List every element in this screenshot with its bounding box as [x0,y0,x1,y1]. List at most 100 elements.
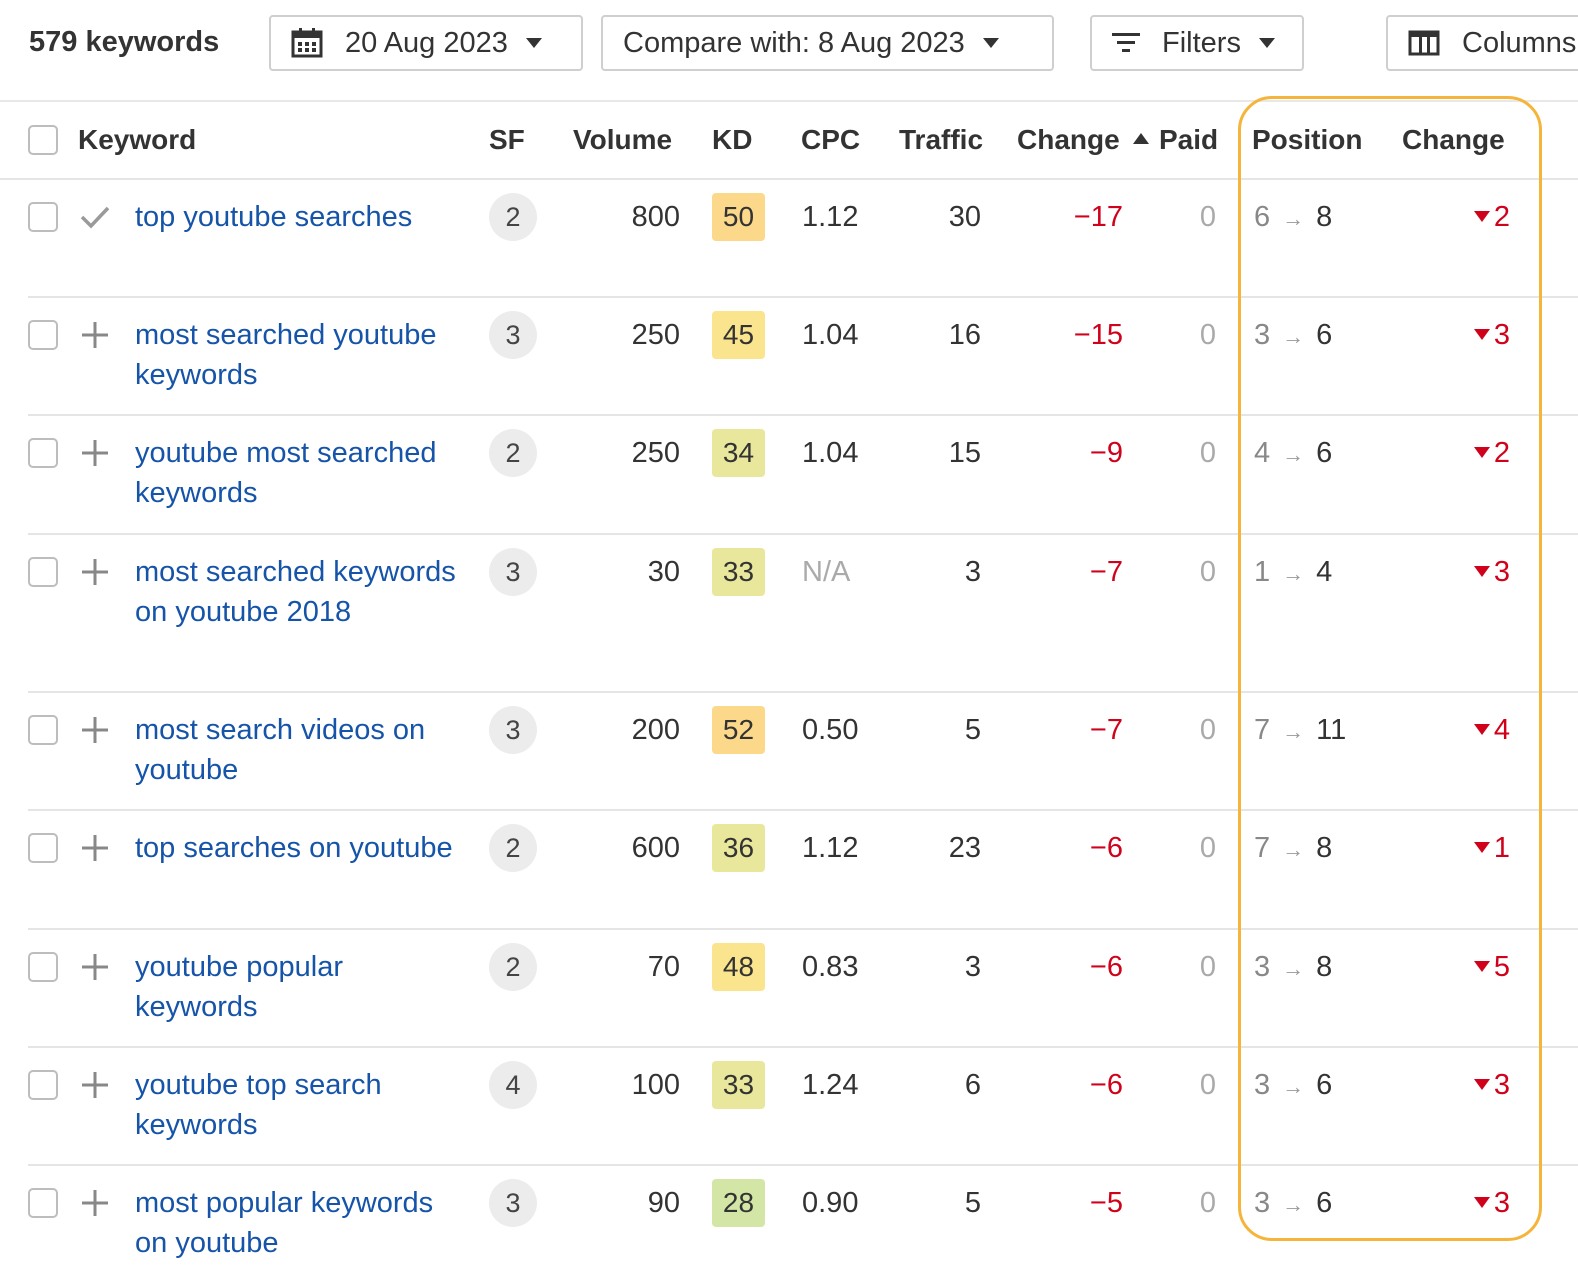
table-row: most searched keywords on youtube 2018 3 3… [28,535,1578,693]
add-keyword-icon[interactable] [80,320,110,350]
traffic-change-value: −7 [1089,556,1123,588]
keyword-link[interactable]: most popular keywords on youtube [135,1183,465,1263]
compare-with-button[interactable]: Compare with: 8 Aug 2023 [601,15,1054,71]
keyword-count: 579 keywords [29,26,220,58]
paid-value: 0 [1199,714,1216,746]
position-change-number: 2 [1493,437,1510,469]
kd-badge: 36 [712,824,765,872]
checkmark-icon[interactable] [80,202,110,232]
position-from: 7 [1254,832,1271,864]
sf-badge[interactable]: 3 [489,706,537,754]
position-change-value: 2 [1408,197,1510,237]
add-keyword-icon[interactable] [80,1188,110,1218]
arrow-right-icon: → [1282,324,1305,349]
position-to: 6 [1316,1187,1333,1219]
down-triangle-icon [1473,446,1490,458]
date-picker-button[interactable]: 20 Aug 2023 [269,15,583,71]
position-change-number: 3 [1493,1187,1510,1219]
keyword-link[interactable]: most searched keywords on youtube 2018 [135,552,465,632]
column-header-sf[interactable]: SF [489,102,525,178]
chevron-down-icon [525,38,542,48]
keyword-link[interactable]: youtube popular keywords [135,947,465,1027]
down-triangle-icon [1473,841,1490,853]
row-checkbox[interactable] [28,833,58,863]
row-checkbox[interactable] [28,438,58,468]
sf-badge[interactable]: 2 [489,943,537,991]
column-header-traffic-change[interactable]: Change [1017,102,1150,178]
keyword-link[interactable]: top searches on youtube [135,828,465,868]
row-checkbox[interactable] [28,320,58,350]
add-keyword-icon[interactable] [80,833,110,863]
column-header-position-change[interactable]: Change [1402,102,1505,178]
position-from: 3 [1254,1069,1271,1101]
paid-value: 0 [1199,951,1216,983]
kd-badge: 50 [712,193,765,241]
traffic-change-value: −6 [1089,951,1123,983]
row-checkbox[interactable] [28,952,58,982]
sf-badge[interactable]: 3 [489,548,537,596]
table-row: youtube most searched keywords 2 250 34 1.04… [28,416,1578,535]
traffic-value: 6 [964,1069,981,1101]
column-header-volume[interactable]: Volume [573,102,672,178]
keyword-link[interactable]: most search videos on youtube [135,710,465,790]
sf-badge[interactable]: 3 [489,311,537,359]
position-from: 7 [1254,714,1271,746]
column-header-cpc[interactable]: CPC [801,102,860,178]
add-keyword-icon[interactable] [80,1070,110,1100]
position-change-number: 1 [1493,832,1510,864]
sf-badge[interactable]: 2 [489,193,537,241]
position-to: 4 [1316,556,1333,588]
keyword-link[interactable]: youtube top search keywords [135,1065,465,1145]
keyword-link[interactable]: top youtube searches [135,197,465,237]
row-checkbox[interactable] [28,1070,58,1100]
select-all-checkbox[interactable] [28,125,58,155]
position-history: 3 → 6 [1254,315,1332,355]
down-triangle-icon [1473,1196,1490,1208]
position-change-value: 3 [1408,315,1510,355]
kd-badge: 28 [712,1179,765,1227]
kd-badge: 48 [712,943,765,991]
position-history: 7 → 11 [1254,710,1346,750]
cpc-value: 0.90 [802,1187,859,1219]
keyword-link[interactable]: most searched youtube keywords [135,315,465,395]
volume-value: 70 [647,951,680,983]
column-header-kd[interactable]: KD [712,102,752,178]
down-triangle-icon [1473,1078,1490,1090]
position-change-value: 3 [1408,552,1510,592]
kd-badge: 45 [712,311,765,359]
position-to: 6 [1316,437,1333,469]
table-row: youtube popular keywords 2 70 48 0.83 3 −6 0 3 → 8… [28,930,1578,1048]
sf-badge[interactable]: 4 [489,1061,537,1109]
position-from: 6 [1254,201,1271,233]
row-checkbox[interactable] [28,557,58,587]
down-triangle-icon [1473,328,1490,340]
sf-badge[interactable]: 3 [489,1179,537,1227]
position-change-number: 5 [1493,951,1510,983]
arrow-right-icon: → [1282,719,1305,744]
position-change-value: 4 [1408,710,1510,750]
position-to: 8 [1316,201,1333,233]
column-header-keyword[interactable]: Keyword [78,102,196,178]
cpc-value: 1.04 [802,437,859,469]
volume-value: 250 [631,437,680,469]
sf-badge[interactable]: 2 [489,824,537,872]
column-header-traffic[interactable]: Traffic [899,102,983,178]
paid-value: 0 [1199,1187,1216,1219]
filters-button[interactable]: Filters [1090,15,1304,71]
keyword-link[interactable]: youtube most searched keywords [135,433,465,513]
column-header-paid[interactable]: Paid [1159,102,1218,178]
row-checkbox[interactable] [28,202,58,232]
paid-value: 0 [1199,319,1216,351]
row-checkbox[interactable] [28,715,58,745]
sf-badge[interactable]: 2 [489,429,537,477]
paid-value: 0 [1199,832,1216,864]
add-keyword-icon[interactable] [80,557,110,587]
cpc-value: 1.12 [802,201,859,233]
column-header-position[interactable]: Position [1252,102,1362,178]
date-label: 20 Aug 2023 [345,26,508,59]
add-keyword-icon[interactable] [80,438,110,468]
add-keyword-icon[interactable] [80,715,110,745]
row-checkbox[interactable] [28,1188,58,1218]
columns-button[interactable]: Columns [1386,15,1578,71]
add-keyword-icon[interactable] [80,952,110,982]
